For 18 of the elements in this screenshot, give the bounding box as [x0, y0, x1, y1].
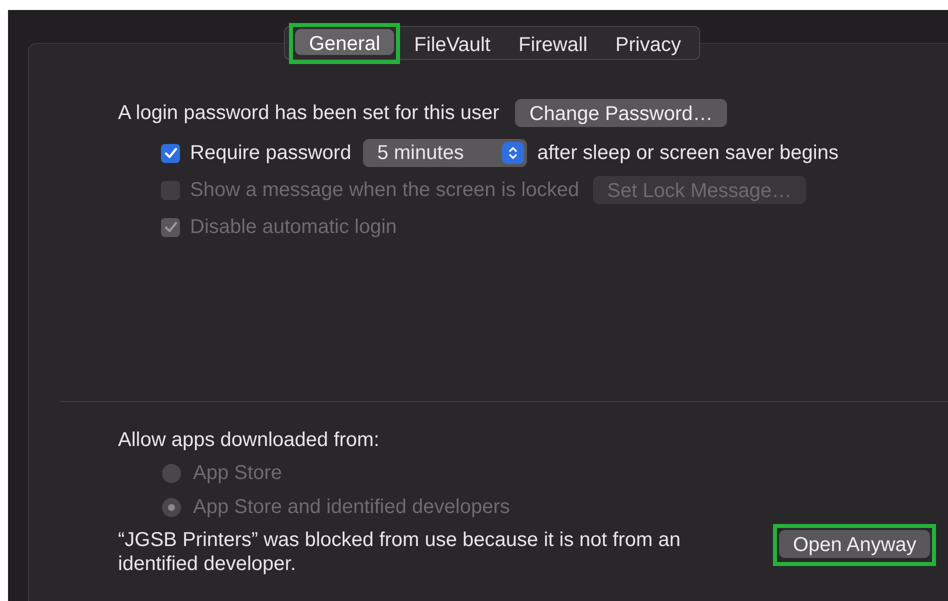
password-status-text: A login password has been set for this user — [118, 101, 500, 126]
blocked-app-message: “JGSB Printers” was blocked from use because it is not from an identified developer. — [118, 528, 682, 576]
radio-label: App Store — [193, 461, 282, 486]
checkbox-suffix-text: after sleep or screen saver begins — [537, 141, 838, 166]
checkbox-label: Disable automatic login — [190, 215, 397, 240]
tab[interactable]: FileVault — [400, 30, 504, 56]
change-password-button[interactable]: Change Password… — [515, 99, 727, 127]
duration-popup[interactable]: 5 minutes — [363, 139, 528, 167]
tab[interactable]: Firewall — [504, 30, 602, 56]
allow-apps-label: Allow apps downloaded from: — [118, 428, 380, 453]
checkbox-label: Require password — [190, 141, 352, 166]
stepper-icon — [502, 142, 524, 164]
checkbox[interactable] — [161, 144, 180, 162]
open-anyway-button[interactable]: Open Anyway — [779, 530, 930, 558]
checkbox-label: Show a message when the screen is locked — [190, 178, 580, 203]
tab[interactable]: Privacy — [601, 30, 695, 56]
tab[interactable]: General — [295, 28, 394, 54]
radio-label: App Store and identified developers — [193, 495, 510, 520]
